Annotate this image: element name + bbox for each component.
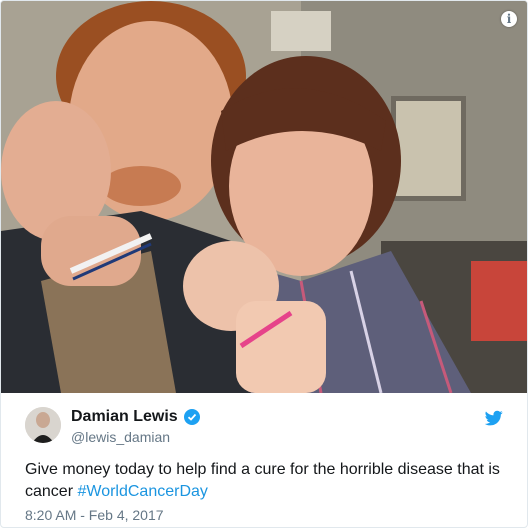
hashtag-link[interactable]: #WorldCancerDay	[77, 483, 207, 500]
tweet-photo[interactable]: i	[1, 1, 527, 393]
check-icon	[187, 413, 196, 421]
display-name[interactable]: Damian Lewis	[71, 408, 178, 426]
twitter-bird-icon[interactable]	[485, 409, 503, 427]
avatar-image	[25, 407, 61, 443]
tweet-photo-illustration	[1, 1, 527, 393]
tweet-body: Damian Lewis @lewis_damian Give money to…	[1, 393, 527, 527]
verified-badge-icon	[183, 409, 200, 425]
tweet-timestamp[interactable]: 8:20 AM - Feb 4, 2017	[25, 507, 164, 523]
user-handle[interactable]: @lewis_damian	[71, 429, 200, 445]
user-block[interactable]: Damian Lewis @lewis_damian	[71, 407, 200, 445]
tweet-text: Give money today to help find a cure for…	[25, 459, 505, 503]
embedded-tweet-card: i Damian Lewis @lewis_damian Give money …	[0, 0, 528, 528]
info-icon[interactable]: i	[501, 11, 517, 27]
name-row: Damian Lewis	[71, 407, 200, 427]
avatar[interactable]	[25, 407, 61, 443]
